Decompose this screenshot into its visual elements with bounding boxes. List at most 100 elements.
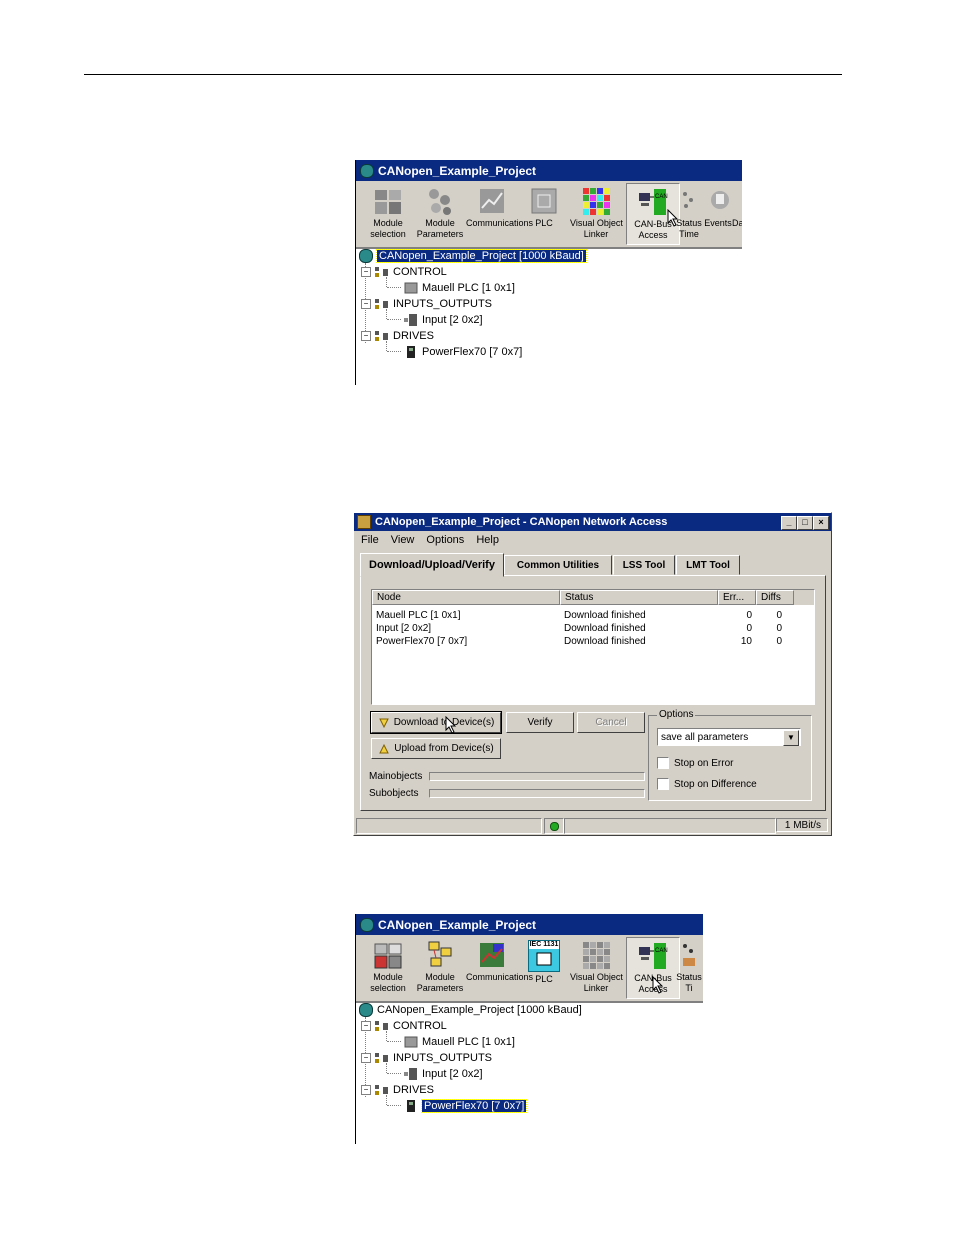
project-db-icon [359, 1003, 373, 1017]
toolbar-visual-object-linker[interactable]: Visual Object Linker [570, 937, 623, 997]
options-group: Options save all parameters ▼ Stop on Er… [648, 709, 812, 801]
dropdown-arrow-icon[interactable]: ▼ [783, 730, 799, 746]
minimize-button[interactable]: _ [781, 516, 797, 530]
cancel-button[interactable]: Cancel [577, 712, 645, 733]
baud-rate-pane: 1 MBit/s [776, 818, 828, 832]
tree-item-label: Mauell PLC [1 0x1] [422, 1036, 515, 1048]
list-row[interactable]: Input [2 0x2] Download finished 0 0 [372, 622, 814, 635]
upload-from-devices-button[interactable]: Upload from Device(s) [371, 738, 501, 759]
tree-item-project-root[interactable]: CANopen_Example_Project [1000 kBaud] [359, 1003, 582, 1017]
top-window-title: CANopen_Example_Project [378, 163, 537, 178]
tree-item-powerflex70[interactable]: PowerFlex70 [7 0x7] [404, 1099, 528, 1113]
tree-item-control[interactable]: − CONTROL [361, 265, 447, 279]
toolbar-module-parameters[interactable]: Module Parameters [414, 183, 466, 243]
tree-item-inputs-outputs[interactable]: − INPUTS_OUTPUTS [361, 297, 492, 311]
tree-item-control[interactable]: − CONTROL [361, 1019, 447, 1033]
upload-arrow-icon [379, 743, 390, 753]
plc-iec1131-icon: IEC 1131 [528, 940, 560, 972]
toolbar-plc[interactable]: PLC [518, 183, 570, 243]
column-diffs[interactable]: Diffs [756, 590, 794, 605]
menu-view[interactable]: View [391, 534, 415, 546]
tree-item-mauell-plc[interactable]: Mauell PLC [1 0x1] [404, 281, 515, 295]
tree-item-input[interactable]: Input [2 0x2] [404, 313, 483, 327]
cell-status: Download finished [564, 610, 646, 621]
tree-item-input[interactable]: Input [2 0x2] [404, 1067, 483, 1081]
tree-item-project-root[interactable]: CANopen_Example_Project [1000 kBaud] [359, 249, 587, 263]
toolbar-plc[interactable]: IEC 1131 PLC [518, 937, 570, 997]
tab-common-utilities[interactable]: Common Utilities [504, 555, 612, 575]
column-errors[interactable]: Err... [718, 590, 756, 605]
tree-item-label: PowerFlex70 [7 0x7] [420, 1099, 528, 1113]
tab-lmt-tool[interactable]: LMT Tool [676, 555, 740, 575]
options-label: Options [657, 709, 696, 720]
collapse-icon[interactable]: − [361, 267, 371, 277]
maximize-button[interactable]: □ [797, 516, 813, 530]
toolbar-status[interactable]: Status Ti [674, 937, 703, 997]
toolbar-module-parameters[interactable]: Module Parameters [414, 937, 466, 997]
tree-item-powerflex70[interactable]: PowerFlex70 [7 0x7] [404, 345, 522, 359]
cell-diffs: 0 [776, 623, 782, 634]
menu-help[interactable]: Help [476, 534, 499, 546]
button-label: Download to Device(s) [393, 717, 495, 728]
mouse-cursor-icon [445, 716, 457, 734]
download-arrow-icon [378, 718, 389, 728]
project-db-icon [360, 917, 374, 932]
collapse-icon[interactable]: − [361, 331, 371, 341]
menu-options[interactable]: Options [426, 534, 464, 546]
cell-node: Mauell PLC [1 0x1] [376, 610, 461, 621]
verify-button[interactable]: Verify [506, 712, 574, 733]
toolbar-label: PLC [535, 218, 553, 228]
toolbar-module-selection[interactable]: Module selection [362, 183, 414, 243]
stop-on-difference-checkbox[interactable]: Stop on Difference [657, 777, 807, 791]
bottom-toolbar: Module selection Module Parameters Commu… [356, 935, 703, 1003]
collapse-icon[interactable]: − [361, 1053, 371, 1063]
tab-download-upload-verify[interactable]: Download/Upload/Verify [360, 553, 504, 577]
mainobjects-label: Mainobjects [369, 771, 423, 782]
checkbox-box[interactable] [657, 757, 669, 769]
column-status[interactable]: Status [560, 590, 718, 605]
status-icon [679, 940, 699, 970]
tree-item-drives[interactable]: − DRIVES [361, 329, 434, 343]
tree-item-inputs-outputs[interactable]: − INPUTS_OUTPUTS [361, 1051, 492, 1065]
close-button[interactable]: × [813, 516, 829, 530]
stop-on-error-checkbox[interactable]: Stop on Error [657, 756, 807, 770]
status-bar: 1 MBit/s [356, 818, 829, 834]
mouse-cursor-icon [652, 976, 664, 994]
column-node[interactable]: Node [372, 590, 560, 605]
toolbar-communications[interactable]: Communications [466, 937, 533, 997]
tree-item-label: Mauell PLC [1 0x1] [422, 282, 515, 294]
plc-device-icon [404, 282, 418, 294]
communications-icon [477, 186, 507, 216]
select-value: save all parameters [661, 732, 749, 743]
collapse-icon[interactable]: − [361, 299, 371, 309]
checkbox-box[interactable] [657, 778, 669, 790]
save-parameters-select[interactable]: save all parameters ▼ [657, 728, 801, 746]
toolbar-label: Status Ti [676, 972, 702, 993]
tree-item-label: CANopen_Example_Project [1000 kBaud] [377, 1004, 582, 1016]
tree-item-mauell-plc[interactable]: Mauell PLC [1 0x1] [404, 1035, 515, 1049]
list-row[interactable]: Mauell PLC [1 0x1] Download finished 0 0 [372, 609, 814, 622]
drive-device-icon [404, 346, 418, 358]
list-row[interactable]: PowerFlex70 [7 0x7] Download finished 10… [372, 635, 814, 648]
tree-item-label: CONTROL [393, 1020, 447, 1032]
drive-device-icon [404, 1100, 418, 1112]
tree-item-drives[interactable]: − DRIVES [361, 1083, 434, 1097]
list-header: Node Status Err... Diffs [372, 590, 814, 605]
network-access-dialog: CANopen_Example_Project - CANopen Networ… [353, 512, 832, 836]
plc-icon [529, 186, 559, 216]
top-toolbar: Module selection Module Parameters Commu… [356, 181, 742, 249]
menu-file[interactable]: File [361, 534, 379, 546]
toolbar-events[interactable]: Events [701, 183, 735, 243]
download-to-devices-button[interactable]: Download to Device(s) [370, 711, 502, 734]
toolbar-module-selection[interactable]: Module selection [362, 937, 414, 997]
tab-lss-tool[interactable]: LSS Tool [613, 555, 675, 575]
toolbar-truncated-item[interactable]: Da [732, 183, 742, 243]
plc-device-icon [404, 1036, 418, 1048]
collapse-icon[interactable]: − [361, 1021, 371, 1031]
menu-bar: File View Options Help [354, 531, 831, 549]
collapse-icon[interactable]: − [361, 1085, 371, 1095]
toolbar-visual-object-linker[interactable]: Visual Object Linker [570, 183, 623, 243]
toolbar-communications[interactable]: Communications [466, 183, 533, 243]
toolbar-label: Module selection [370, 218, 406, 239]
node-status-list[interactable]: Node Status Err... Diffs Mauell PLC [1 0… [371, 589, 815, 705]
